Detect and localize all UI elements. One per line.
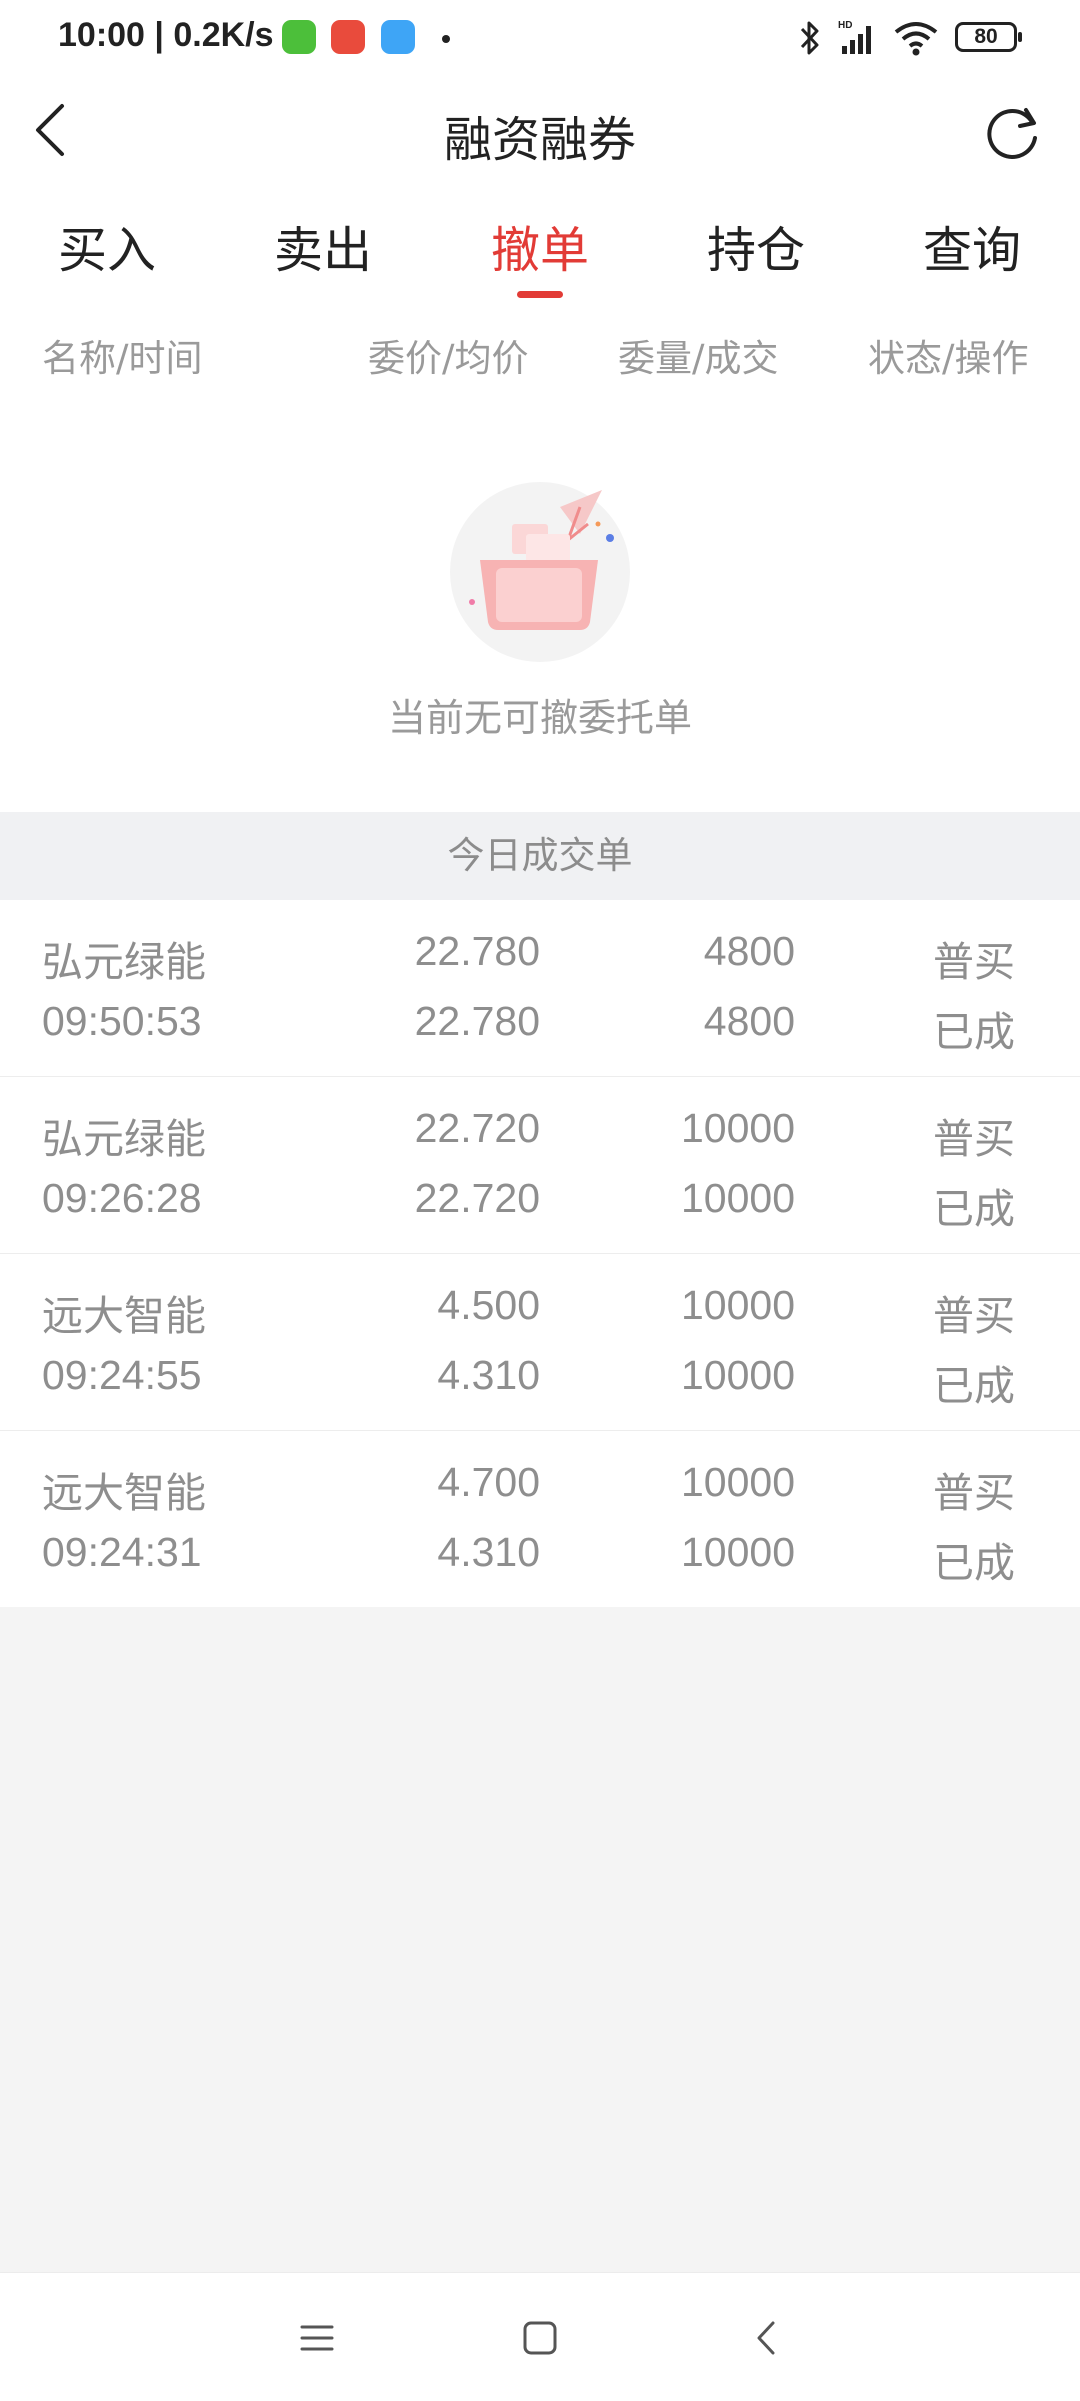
bluetooth-icon — [800, 21, 819, 55]
tab-sell[interactable]: 卖出 — [243, 211, 403, 282]
column-name-time: 名称/时间 — [42, 337, 203, 380]
order-status: 已成 — [933, 1185, 1015, 1233]
order-time: 09:26:28 — [42, 1175, 202, 1221]
empty-box-illustration-icon — [450, 482, 630, 662]
column-status: 状态/操作 — [868, 337, 1029, 380]
battery-icon: 80 — [955, 22, 1022, 52]
column-header: 名称/时间 委价/均价 委量/成交 状态/操作 — [0, 300, 1080, 403]
order-status: 已成 — [933, 1362, 1015, 1410]
order-type: 普买 — [933, 1292, 1015, 1340]
order-quantity: 10000 — [680, 1282, 795, 1328]
order-time: 09:50:53 — [42, 998, 202, 1044]
app-icon-red — [331, 20, 365, 54]
today-orders-list: 弘元绿能 09:50:53 22.780 22.780 4800 4800 普买… — [0, 900, 1080, 1607]
order-type: 普买 — [933, 1115, 1015, 1163]
page-title: 融资融券 — [443, 112, 636, 168]
notification-dot-icon — [442, 35, 450, 43]
menu-icon[interactable] — [292, 2313, 342, 2363]
order-status: 已成 — [933, 1539, 1015, 1587]
order-type: 普买 — [933, 1469, 1015, 1517]
average-price: 4.310 — [437, 1529, 540, 1575]
tab-query[interactable]: 查询 — [892, 211, 1052, 282]
nav-back-icon[interactable] — [742, 2313, 792, 2363]
order-price: 4.700 — [437, 1459, 540, 1505]
order-row[interactable]: 弘元绿能 09:50:53 22.780 22.780 4800 4800 普买… — [0, 900, 1080, 1077]
app-icon-green — [282, 20, 316, 54]
signal-icon: HD — [838, 20, 871, 54]
order-price: 22.720 — [414, 1105, 540, 1151]
column-price: 委价/均价 — [368, 337, 529, 380]
deal-quantity: 10000 — [680, 1529, 795, 1575]
tab-buy[interactable]: 买入 — [27, 211, 187, 282]
empty-state-text: 当前无可撤委托单 — [387, 696, 692, 740]
title-bar: 融资融券 — [0, 78, 1080, 183]
order-price: 22.780 — [414, 928, 540, 974]
active-tab-indicator — [517, 291, 563, 298]
order-status: 已成 — [933, 1008, 1015, 1056]
average-price: 22.780 — [414, 998, 540, 1044]
system-nav-bar — [0, 2272, 1080, 2401]
stock-name: 远大智能 — [42, 1469, 206, 1517]
deal-quantity: 10000 — [680, 1175, 795, 1221]
order-row[interactable]: 弘元绿能 09:26:28 22.720 22.720 10000 10000 … — [0, 1077, 1080, 1254]
column-quantity: 委量/成交 — [618, 337, 779, 380]
refresh-icon[interactable] — [980, 100, 1044, 164]
order-quantity: 10000 — [680, 1459, 795, 1505]
order-time: 09:24:55 — [42, 1352, 202, 1398]
stock-name: 弘元绿能 — [42, 938, 206, 986]
status-time: 10:00 | 0.2K/s — [58, 16, 274, 54]
status-bar: 10:00 | 0.2K/s HD 80 — [0, 0, 1080, 78]
tab-cancel-order[interactable]: 撤单 — [460, 211, 620, 282]
order-type: 普买 — [933, 938, 1015, 986]
empty-state: 当前无可撤委托单 — [0, 402, 1080, 812]
section-header-today: 今日成交单 — [0, 812, 1080, 900]
tab-positions[interactable]: 持仓 — [676, 211, 836, 282]
svg-text:HD: HD — [838, 20, 852, 31]
order-row[interactable]: 远大智能 09:24:55 4.500 4.310 10000 10000 普买… — [0, 1254, 1080, 1431]
order-price: 4.500 — [437, 1282, 540, 1328]
deal-quantity: 4800 — [703, 998, 795, 1044]
deal-quantity: 10000 — [680, 1352, 795, 1398]
order-quantity: 10000 — [680, 1105, 795, 1151]
order-row[interactable]: 远大智能 09:24:31 4.700 4.310 10000 10000 普买… — [0, 1431, 1080, 1607]
trade-tabs: 买入 卖出 撤单 持仓 查询 — [0, 183, 1080, 301]
wifi-icon — [894, 22, 938, 56]
home-icon[interactable] — [515, 2313, 565, 2363]
stock-name: 弘元绿能 — [42, 1115, 206, 1163]
order-quantity: 4800 — [703, 928, 795, 974]
app-icon-blue — [381, 20, 415, 54]
stock-name: 远大智能 — [42, 1292, 206, 1340]
average-price: 22.720 — [414, 1175, 540, 1221]
order-time: 09:24:31 — [42, 1529, 202, 1575]
average-price: 4.310 — [437, 1352, 540, 1398]
